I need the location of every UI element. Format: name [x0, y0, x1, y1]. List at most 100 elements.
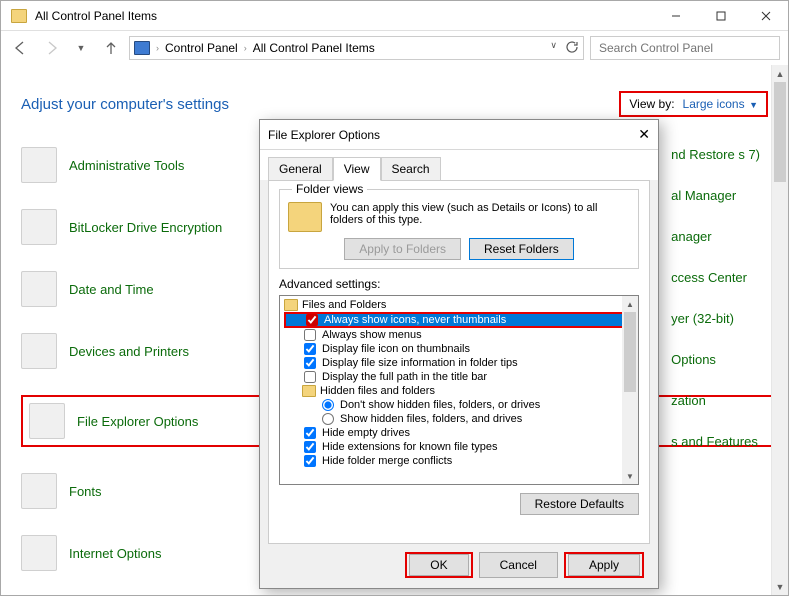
checkbox[interactable] — [304, 371, 316, 383]
checkbox[interactable] — [304, 427, 316, 439]
reset-folders-button[interactable]: Reset Folders — [469, 238, 574, 260]
breadcrumb-current[interactable]: All Control Panel Items — [253, 41, 375, 55]
search-box[interactable] — [590, 36, 780, 60]
breadcrumb-root[interactable]: Control Panel — [165, 41, 238, 55]
tree-label: Hide empty drives — [322, 427, 410, 439]
tree-label: Display the full path in the title bar — [322, 371, 487, 383]
tree-folder-hidden[interactable]: Hidden files and folders — [284, 384, 634, 398]
advanced-settings-tree[interactable]: Files and Folders Always show icons, nev… — [279, 295, 639, 485]
viewby-selector[interactable]: Large icons ▼ — [683, 97, 758, 111]
chevron-right-icon: › — [156, 43, 159, 53]
titlebar: All Control Panel Items — [1, 1, 788, 31]
printer-icon — [21, 333, 57, 369]
close-button[interactable] — [743, 1, 788, 30]
scroll-up-icon[interactable]: ▲ — [622, 296, 638, 312]
dialog-title: File Explorer Options — [268, 128, 380, 142]
cp-item-partial[interactable]: Options — [671, 352, 760, 367]
cp-item-partial[interactable]: al Manager — [671, 188, 760, 203]
cp-item-partial[interactable]: zation — [671, 393, 760, 408]
tree-label: Display file icon on thumbnails — [322, 343, 470, 355]
back-button[interactable] — [9, 36, 33, 60]
radio[interactable] — [322, 399, 334, 411]
ok-button[interactable]: OK — [409, 554, 468, 576]
folder-options-icon — [29, 403, 65, 439]
page-title: Adjust your computer's settings — [21, 96, 229, 113]
scroll-up-icon[interactable]: ▲ — [772, 65, 788, 82]
folder-views-group: Folder views You can apply this view (su… — [279, 189, 639, 269]
tree-label: Show hidden files, folders, and drives — [340, 413, 522, 425]
cp-item-partial[interactable]: ccess Center — [671, 270, 760, 285]
minimize-button[interactable] — [653, 1, 698, 30]
folder-icon — [288, 202, 322, 232]
tree-item-always-menus[interactable]: Always show menus — [284, 328, 634, 342]
tree-label: Don't show hidden files, folders, or dri… — [340, 399, 540, 411]
tab-view[interactable]: View — [333, 157, 381, 181]
scrollbar-vertical[interactable]: ▲ ▼ — [771, 65, 788, 595]
forward-button[interactable] — [39, 36, 63, 60]
cp-item-label: Devices and Printers — [69, 344, 189, 359]
checkbox[interactable] — [304, 343, 316, 355]
dialog-close-button[interactable]: ✕ — [638, 126, 650, 143]
viewby-value: Large icons — [683, 97, 745, 111]
tree-scrollbar[interactable]: ▲ ▼ — [622, 296, 638, 484]
cp-item-label: BitLocker Drive Encryption — [69, 220, 222, 235]
maximize-button[interactable] — [698, 1, 743, 30]
checkbox[interactable] — [306, 314, 318, 326]
checkbox[interactable] — [304, 357, 316, 369]
group-title: Folder views — [292, 182, 367, 196]
cp-right-col: nd Restore s 7) al Manager anager ccess … — [671, 147, 760, 449]
tree-label: Display file size information in folder … — [322, 357, 518, 369]
tree-item-full-path-title[interactable]: Display the full path in the title bar — [284, 370, 634, 384]
lock-icon — [21, 209, 57, 245]
tab-general[interactable]: General — [268, 157, 333, 181]
tree-label: Always show icons, never thumbnails — [324, 314, 506, 326]
dialog-tabs: General View Search — [260, 150, 658, 180]
tree-label: Hide extensions for known file types — [322, 441, 497, 453]
tab-body: Folder views You can apply this view (su… — [268, 180, 650, 544]
cp-item-partial[interactable]: anager — [671, 229, 760, 244]
tree-label: Hidden files and folders — [320, 385, 435, 397]
file-explorer-options-dialog: File Explorer Options ✕ General View Sea… — [259, 119, 659, 589]
tree-item-always-icons[interactable]: Always show icons, never thumbnails — [284, 312, 634, 328]
tree-item-hide-empty[interactable]: Hide empty drives — [284, 426, 634, 440]
tree-item-dont-show-hidden[interactable]: Don't show hidden files, folders, or dri… — [284, 398, 634, 412]
cp-item-partial[interactable]: nd Restore s 7) — [671, 147, 760, 162]
cp-item-label: Date and Time — [69, 282, 154, 297]
tab-search[interactable]: Search — [381, 157, 441, 181]
tree-item-file-size-tips[interactable]: Display file size information in folder … — [284, 356, 634, 370]
control-panel-window: All Control Panel Items ▼ › Control Pane… — [0, 0, 789, 596]
cancel-button[interactable]: Cancel — [479, 552, 558, 578]
checkbox[interactable] — [304, 455, 316, 467]
nav-toolbar: ▼ › Control Panel › All Control Panel It… — [1, 31, 788, 65]
cp-item-label: Fonts — [69, 484, 102, 499]
up-button[interactable] — [99, 36, 123, 60]
restore-defaults-button[interactable]: Restore Defaults — [520, 493, 639, 515]
folder-icon — [302, 385, 316, 397]
cp-item-partial[interactable]: yer (32-bit) — [671, 311, 760, 326]
chevron-down-icon[interactable]: ∨ — [550, 40, 557, 57]
scroll-thumb[interactable] — [774, 82, 786, 182]
radio[interactable] — [322, 413, 334, 425]
scroll-down-icon[interactable]: ▼ — [772, 578, 788, 595]
globe-icon — [21, 535, 57, 571]
viewby-control: View by: Large icons ▼ — [619, 91, 768, 117]
apply-button[interactable]: Apply — [568, 554, 640, 576]
cp-item-label: Administrative Tools — [69, 158, 184, 173]
tree-item-hide-extensions[interactable]: Hide extensions for known file types — [284, 440, 634, 454]
history-dropdown[interactable]: ▼ — [69, 36, 93, 60]
scroll-thumb[interactable] — [624, 312, 636, 392]
tree-item-hide-merge[interactable]: Hide folder merge conflicts — [284, 454, 634, 468]
tree-item-file-icon-thumbs[interactable]: Display file icon on thumbnails — [284, 342, 634, 356]
header: Adjust your computer's settings View by:… — [1, 65, 788, 127]
folder-views-text: You can apply this view (such as Details… — [330, 202, 630, 226]
addressbar[interactable]: › Control Panel › All Control Panel Item… — [129, 36, 584, 60]
refresh-icon[interactable] — [565, 40, 579, 57]
search-input[interactable] — [597, 40, 773, 56]
apply-to-folders-button: Apply to Folders — [344, 238, 461, 260]
checkbox[interactable] — [304, 441, 316, 453]
tree-folder-root[interactable]: Files and Folders — [284, 298, 634, 312]
tree-item-show-hidden[interactable]: Show hidden files, folders, and drives — [284, 412, 634, 426]
scroll-down-icon[interactable]: ▼ — [622, 468, 638, 484]
cp-item-partial[interactable]: s and Features — [671, 434, 760, 449]
checkbox[interactable] — [304, 329, 316, 341]
